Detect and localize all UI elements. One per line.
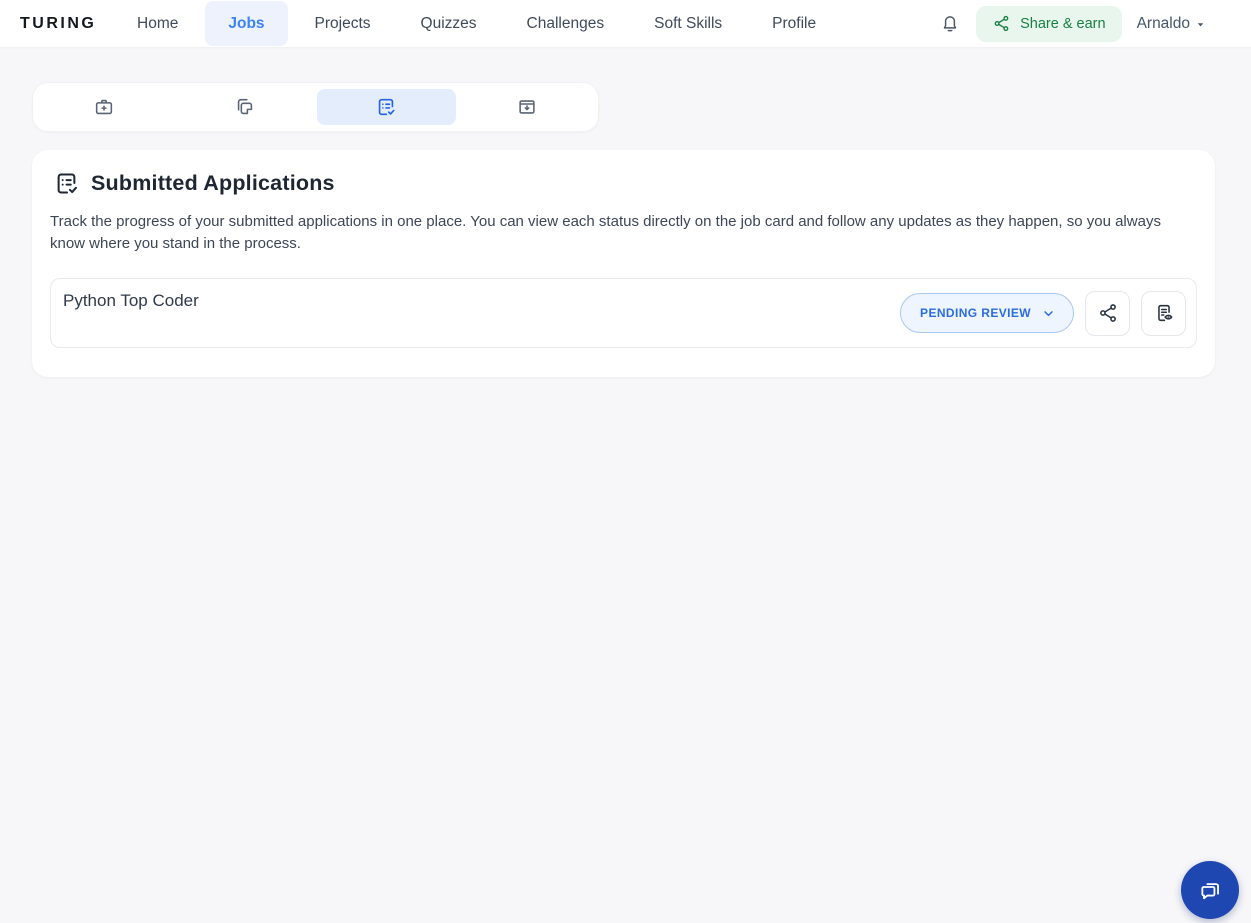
tab-job-search[interactable] [33,83,174,131]
bell-icon[interactable] [939,13,961,35]
job-title: Python Top Coder [63,291,199,310]
clipboard-list-check-icon [53,170,80,197]
status-dropdown-button[interactable]: PENDING REVIEW [900,293,1074,333]
briefcase-plus-icon [93,96,115,118]
top-navbar: TURING Home Jobs Projects Quizzes Challe… [0,0,1251,47]
submitted-applications-card: Submitted Applications Track the progres… [32,150,1215,377]
nav-item-jobs[interactable]: Jobs [205,1,288,46]
clipboard-list-check-icon [375,96,397,118]
page-description: Track the progress of your submitted app… [50,213,1161,252]
main-nav: Home Jobs Projects Quizzes Challenges So… [114,0,839,47]
status-badge: PENDING REVIEW [920,306,1031,320]
document-eye-icon [1153,302,1175,324]
chevron-down-icon [1041,306,1056,321]
share-earn-label: Share & earn [1020,15,1106,32]
caret-down-icon [1195,19,1206,30]
tab-copied-jobs[interactable] [174,83,315,131]
view-application-button[interactable] [1141,290,1186,336]
chat-bubbles-icon [1195,875,1225,905]
user-menu[interactable]: Arnaldo [1137,15,1206,33]
copy-icon [234,96,256,118]
share-application-button[interactable] [1085,290,1130,336]
chat-widget-button[interactable] [1181,861,1239,919]
application-actions: PENDING REVIEW [900,290,1186,336]
nav-item-soft-skills[interactable]: Soft Skills [631,0,745,47]
card-header: Submitted Applications [53,170,1197,197]
user-name: Arnaldo [1136,14,1190,32]
share-nodes-icon [992,14,1011,33]
nav-item-profile[interactable]: Profile [749,0,839,47]
application-row: Python Top Coder PENDING REVIEW [50,278,1197,348]
nav-item-quizzes[interactable]: Quizzes [398,0,500,47]
jobs-tabstrip [32,82,599,132]
turing-logo: TURING [20,14,97,32]
tab-submitted-applications[interactable] [316,83,457,131]
share-earn-button[interactable]: Share & earn [976,5,1122,42]
page-title: Submitted Applications [91,171,335,195]
nav-item-challenges[interactable]: Challenges [504,0,628,47]
header-right-cluster: Share & earn Arnaldo [939,0,1206,47]
nav-item-home[interactable]: Home [114,0,201,47]
nav-item-projects[interactable]: Projects [292,0,394,47]
share-nodes-icon [1097,302,1119,324]
tab-archived-jobs[interactable] [457,83,598,131]
box-arrow-down-icon [516,96,538,118]
